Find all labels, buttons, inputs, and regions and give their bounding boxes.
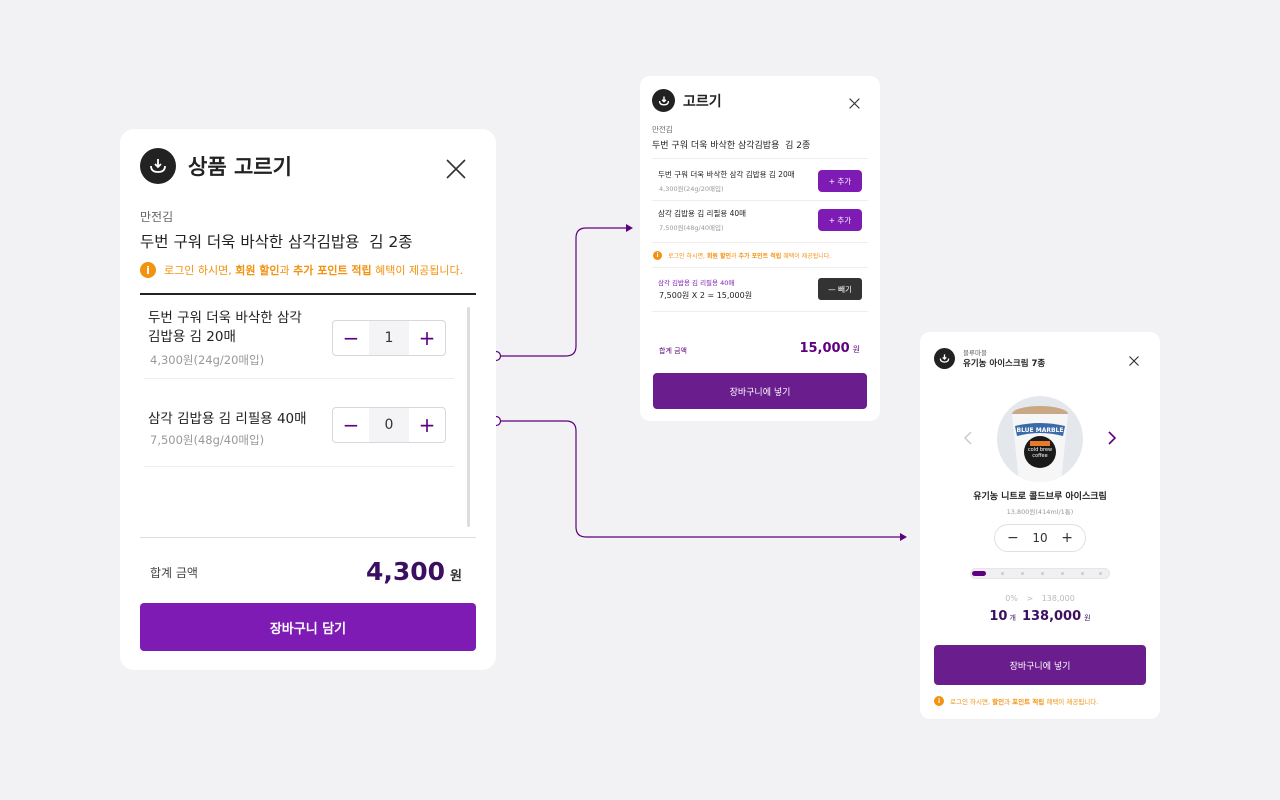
total-amount: 4,300 원 [366,557,462,586]
carousel-select-modal: 블루마블 유기농 아이스크림 7종 BLUE MARBLE cold brew … [920,332,1160,719]
progress-dot [1099,572,1102,575]
login-notice: i 로그인 하시면, 할인과 포인트 적립 혜택이 제공됩니다. [934,696,1098,706]
close-icon[interactable] [848,95,861,109]
item-price: 4,300원(24g/20매입) [150,353,265,367]
item-name: 두번 구워 더욱 바삭한 삼각 김밥용 김 20매 [658,170,795,179]
quantity-stepper: − 0 + [332,407,446,443]
item-name: 두번 구워 더욱 바삭한 삼각 김밥용 김 20매 [148,310,302,345]
discount-arrow: > [1026,594,1034,603]
total-label: 합계 금액 [659,347,687,355]
quantity-value[interactable]: 10 [1032,531,1047,545]
list-item: 삼각 김밥용 김 리필용 40매 7,500원(48g/40매입) + 추가 [652,201,868,243]
add-to-cart-button[interactable]: 장바구니에 넣기 [653,373,867,409]
quantity-stepper: − 10 + [994,524,1086,552]
modal-title: 고르기 [683,94,722,110]
product-title: 두번 구워 더욱 바삭한 삼각김밥용 김 2종 [140,233,413,251]
total-unit: 원 [852,345,860,354]
quantity-value[interactable]: 0 [369,408,409,442]
notice-text: 로그인 하시면, 할인과 포인트 적립 혜택이 제공됩니다. [950,698,1099,706]
item-price: 4,300원(24g/20매입) [659,185,724,193]
total-value: 15,000 [799,341,850,356]
chevron-left-icon[interactable] [962,430,974,446]
brand-name: 블루마블 [963,349,987,357]
item-name: 유기농 니트로 콜드브루 아이스크림 [973,492,1107,502]
increase-button[interactable]: + [409,321,445,355]
total-value: 4,300 [365,557,446,586]
bowl-arrow-icon [934,348,955,369]
add-item-button[interactable]: + 추가 [818,170,862,192]
notice-text: 로그인 하시면, 회원 할인과 추가 포인트 적립 혜택이 제공됩니다. [164,264,464,277]
list-item: 두번 구워 더욱 바삭한 삼각 김밥용 김 20매 4,300원(24g/20매입… [144,295,454,379]
quantity-stepper: − 1 + [332,320,446,356]
quantity-value[interactable]: 1 [369,321,409,355]
progress-dot [1001,572,1004,575]
total-unit: 원 [1084,614,1091,622]
discount-progress-fill [972,571,986,576]
login-notice: i 로그인 하시면, 회원 할인과 추가 포인트 적립 혜택이 제공됩니다. [653,251,831,260]
product-title: 유기농 아이스크림 7종 [963,359,1046,369]
item-name: 삼각 김밥용 김 리필용 40매 [658,209,747,218]
product-image: BLUE MARBLE cold brew coffee [997,396,1083,482]
decrease-button[interactable]: − [333,321,369,355]
total-unit: 원 [450,569,462,584]
discount-target: 138,000 [1041,594,1075,603]
product-select-modal: 상품 고르기 만전김 두번 구워 더욱 바삭한 삼각김밥용 김 2종 i 로그인… [120,129,496,670]
count-value: 10 [989,609,1008,624]
list-item: 두번 구워 더욱 바삭한 삼각 김밥용 김 20매 4,300원(24g/20매… [652,159,868,201]
decrease-button[interactable]: − [333,408,369,442]
brand-name: 만전김 [652,125,673,134]
total-value: 138,000 [1021,609,1082,624]
info-icon: i [140,262,156,278]
compact-select-modal: 고르기 만전김 두번 구워 더욱 바삭한 삼각김밥용 김 2종 두번 구워 더욱… [640,76,880,421]
selected-item: 삼각 김밥용 김 리필용 40매 7,500원 X 2 = 15,000원 — … [652,268,868,312]
bowl-arrow-icon [652,89,675,112]
decrease-button[interactable]: − [1007,530,1019,546]
total-label: 합계 금액 [150,566,198,580]
total-divider [140,537,476,538]
remove-button[interactable]: — 빼기 [818,278,862,300]
chevron-right-icon[interactable] [1106,430,1118,446]
total-amount: 15,000 원 [799,341,860,356]
info-icon: i [653,251,662,260]
modal-title: 상품 고르기 [188,155,292,179]
discount-info: 0% > 138,000 [920,594,1160,603]
add-to-cart-button[interactable]: 장바구니 담기 [140,603,476,651]
cup-label-top: BLUE MARBLE [1016,427,1064,434]
item-price: 7,500원(48g/40매입) [150,433,265,447]
add-to-cart-button[interactable]: 장바구니에 넣기 [934,645,1146,685]
item-price: 7,500원(48g/40매입) [659,224,724,232]
summary: 10 개 138,000 원 [920,609,1160,624]
login-notice: i 로그인 하시면, 회원 할인과 추가 포인트 적립 혜택이 제공됩니다. [140,262,463,278]
selected-name: 삼각 김밥용 김 리필용 40매 [658,279,735,287]
cup-label-bottom: cold brew coffee [1027,447,1053,459]
add-item-button[interactable]: + 추가 [818,209,862,231]
item-name: 삼각 김밥용 김 리필용 40매 [148,411,307,427]
progress-dot [1041,572,1044,575]
increase-button[interactable]: + [1061,530,1073,546]
close-icon[interactable] [444,157,468,181]
item-price: 13,800원(414ml/1통) [1006,508,1074,516]
progress-dot [1081,572,1084,575]
list-item: 삼각 김밥용 김 리필용 40매 7,500원(48g/40매입) − 0 + [144,379,454,467]
info-icon: i [934,696,944,706]
list-scrollbar[interactable] [467,307,470,527]
count-unit: 개 [1009,614,1016,622]
close-icon[interactable] [1128,352,1140,366]
progress-dot [1061,572,1064,575]
brand-name: 만전김 [140,210,174,224]
bowl-arrow-icon [140,148,176,184]
increase-button[interactable]: + [409,408,445,442]
discount-progress-track [970,568,1110,579]
selected-calc: 7,500원 X 2 = 15,000원 [659,291,753,300]
product-title: 두번 구워 더욱 바삭한 삼각김밥용 김 2종 [652,141,811,151]
progress-dot [1021,572,1024,575]
discount-pct: 0% [1005,594,1018,603]
notice-text: 로그인 하시면, 회원 할인과 추가 포인트 적립 혜택이 제공됩니다. [668,253,832,260]
